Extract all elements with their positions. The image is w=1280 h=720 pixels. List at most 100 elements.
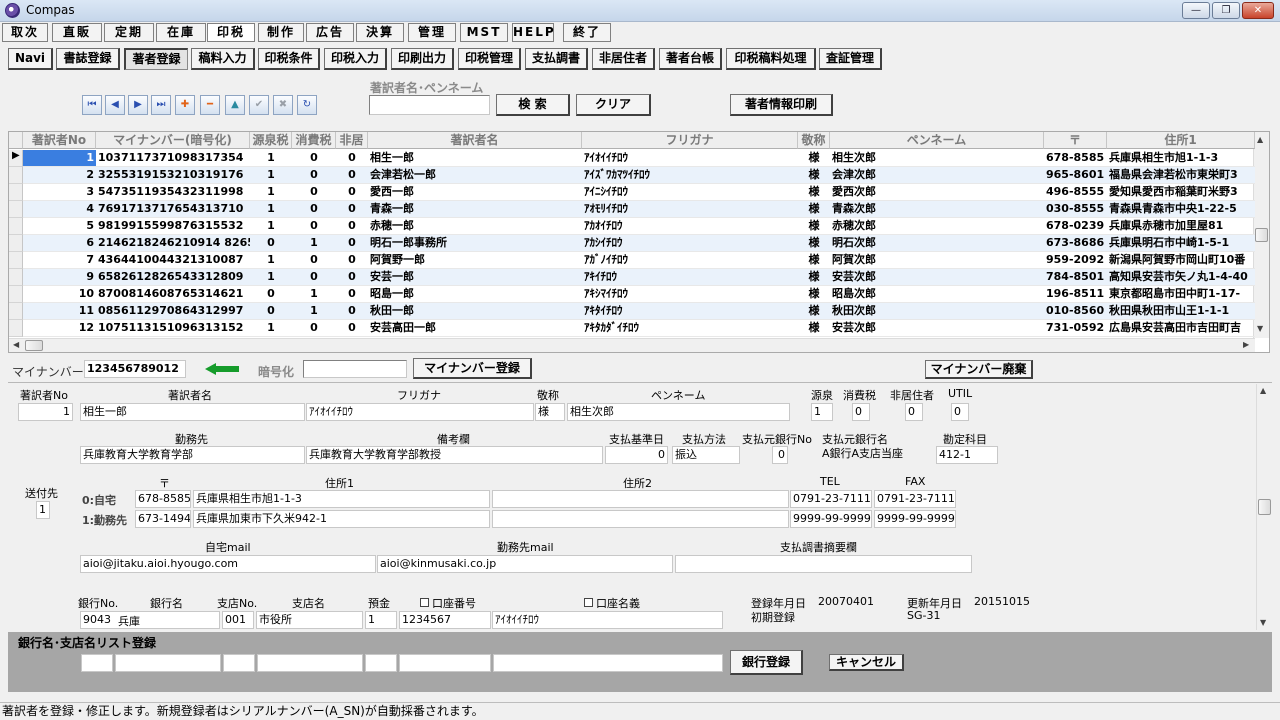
tab-12[interactable]: 査証管理 [819, 48, 882, 70]
table-cell[interactable]: 959-2092 [1044, 252, 1107, 269]
table-cell[interactable]: 8700814608765314621 [96, 286, 250, 303]
scroll-left-icon[interactable]: ◀ [13, 340, 19, 349]
table-cell[interactable]: 1 [250, 218, 292, 235]
table-cell[interactable]: 安芸次郎 [830, 269, 1044, 286]
menu-item-2[interactable]: 定期 [104, 23, 154, 42]
print-author-info-button[interactable]: 著者情報印刷 [730, 94, 833, 116]
table-cell[interactable]: 030-8555 [1044, 201, 1107, 218]
table-cell[interactable]: ｱｲﾆｼｲﾁﾛｳ [582, 184, 798, 201]
table-cell[interactable]: 青森県青森市中央1-22-5 [1107, 201, 1255, 218]
column-header[interactable]: 〒 [1044, 132, 1107, 149]
last-record-icon[interactable]: ⏭ [151, 95, 171, 115]
tab-2[interactable]: 著者登録 [124, 48, 188, 70]
column-header[interactable]: マイナンバー(暗号化) [96, 132, 250, 149]
table-cell[interactable]: 青森一郎 [368, 201, 582, 218]
table-cell[interactable]: 高知県安芸市矢ノ丸1-4-40 [1107, 269, 1255, 286]
menu-item-11[interactable]: 終了 [563, 23, 611, 42]
table-cell[interactable]: 0 [336, 320, 368, 337]
bank-list-accname-input[interactable] [493, 654, 723, 672]
table-cell[interactable]: 0 [292, 150, 336, 167]
bank-list-bankno-input[interactable] [81, 654, 113, 672]
sendto-field[interactable]: 1 [36, 501, 50, 519]
table-cell[interactable]: 様 [798, 303, 830, 320]
bank-list-deposit-input[interactable] [365, 654, 397, 672]
table-cell[interactable]: 7 [23, 252, 96, 269]
table-cell[interactable]: 愛西次郎 [830, 184, 1044, 201]
scroll-down-icon[interactable]: ▼ [1260, 618, 1266, 627]
table-cell[interactable]: ｱｷｼﾏｲﾁﾛｳ [582, 286, 798, 303]
table-cell[interactable]: 相生一郎 [368, 150, 582, 167]
table-cell[interactable]: 731-0592 [1044, 320, 1107, 337]
search-button[interactable]: 検 索 [496, 94, 570, 116]
table-row[interactable]: ▶ 1 1037117371098317354 1 0 0 相生一郎 ｱｲｵｲｲﾁﾛｳ様相生次… [9, 150, 1269, 167]
table-cell[interactable]: 196-8511 [1044, 286, 1107, 303]
table-cell[interactable]: 5473511935432311998 [96, 184, 250, 201]
menu-item-7[interactable]: 決算 [356, 23, 404, 42]
column-header[interactable]: 源泉税 [250, 132, 292, 149]
mynumber-discard-button[interactable]: マイナンバー廃棄 [925, 360, 1033, 379]
table-cell[interactable]: 3 [23, 184, 96, 201]
delete-record-icon[interactable]: ━ [200, 95, 220, 115]
home-mail-field[interactable]: aioi@jitaku.aioi.hyougo.com [80, 555, 376, 573]
table-cell[interactable]: 0856112970864312997 [96, 303, 250, 320]
restore-button[interactable]: ❐ [1212, 2, 1240, 19]
table-cell[interactable]: 1 [250, 184, 292, 201]
row-selector[interactable] [9, 218, 23, 235]
table-row[interactable]: 10 8700814608765314621 0 1 0 昭島一郎 ｱｷｼﾏｲﾁﾛｳ様昭島次… [9, 286, 1269, 303]
table-row[interactable]: 11 0856112970864312997 0 1 0 秋田一郎 ｱｷﾀｲﾁﾛｳ様秋田次郎… [9, 303, 1269, 320]
table-cell[interactable]: 安芸次郎 [830, 320, 1044, 337]
table-row[interactable]: 4 7691713717654313710 1 0 0 青森一郎 ｱｵﾓﾘｲﾁﾛｳ様青森次郎… [9, 201, 1269, 218]
table-cell[interactable]: 0 [292, 184, 336, 201]
table-cell[interactable]: 明石一郎事務所 [368, 235, 582, 252]
table-cell[interactable]: 1 [292, 303, 336, 320]
home-fax-field[interactable]: 0791-23-7111 [874, 490, 956, 508]
author-no-field[interactable]: 1 [18, 403, 73, 421]
table-cell[interactable]: 0 [292, 201, 336, 218]
column-header[interactable]: ペンネーム [830, 132, 1044, 149]
table-row[interactable]: 12 1075113151096313152 1 0 0 安芸高田一郎 ｱｷﾀｶﾀﾞｲﾁﾛｳ… [9, 320, 1269, 337]
table-cell[interactable]: 0 [292, 252, 336, 269]
tab-7[interactable]: 印税管理 [458, 48, 521, 70]
table-cell[interactable]: 4364410044321310087 [96, 252, 250, 269]
clear-button[interactable]: クリア [576, 94, 651, 116]
branchno-field[interactable]: 001 [222, 611, 254, 629]
table-cell[interactable]: 9819915599876315532 [96, 218, 250, 235]
util-field[interactable]: 0 [951, 403, 969, 421]
table-cell[interactable]: 0 [336, 218, 368, 235]
account-field[interactable]: 412-1 [936, 446, 998, 464]
menu-item-10[interactable]: HELP [512, 23, 554, 42]
table-cell[interactable]: 0 [336, 269, 368, 286]
table-cell[interactable]: 相生次郎 [830, 150, 1044, 167]
bank-list-branchname-input[interactable] [257, 654, 363, 672]
menu-item-5[interactable]: 制作 [258, 23, 304, 42]
table-cell[interactable]: 0 [250, 286, 292, 303]
table-cell[interactable]: 1 [250, 269, 292, 286]
column-header[interactable]: 著訳者名 [368, 132, 582, 149]
table-cell[interactable]: 兵庫県明石市中崎1-5-1 [1107, 235, 1255, 252]
table-cell[interactable]: 兵庫県相生市旭1-1-3 [1107, 150, 1255, 167]
table-cell[interactable]: 673-8686 [1044, 235, 1107, 252]
gensen-field[interactable]: 1 [811, 403, 833, 421]
table-cell[interactable]: ｱｲｵｲｲﾁﾛｳ [582, 150, 798, 167]
table-cell[interactable]: ｱｷﾀｲﾁﾛｳ [582, 303, 798, 320]
work-addr2-field[interactable] [492, 510, 789, 528]
cancel-edit-icon[interactable]: ✖ [273, 95, 293, 115]
row-selector[interactable] [9, 184, 23, 201]
row-selector[interactable] [9, 201, 23, 218]
table-cell[interactable]: 昭島次郎 [830, 286, 1044, 303]
table-row[interactable]: 5 9819915599876315532 1 0 0 赤穂一郎 ｱｶｵｲﾁﾛｳ様赤穂次郎 6… [9, 218, 1269, 235]
table-cell[interactable]: 10 [23, 286, 96, 303]
table-cell[interactable]: 広島県安芸高田市吉田町吉 [1107, 320, 1255, 337]
row-selector[interactable] [9, 167, 23, 184]
work-mail-field[interactable]: aioi@kinmusaki.co.jp [377, 555, 673, 573]
author-grid[interactable]: ▲ ▼ ◀ ▶ 著訳者No マイナンバー(暗号化) 源泉税 消費税 非居 著訳者名 フリガナ… [8, 131, 1270, 353]
minimize-button[interactable]: — [1182, 2, 1210, 19]
table-cell[interactable]: 赤穂次郎 [830, 218, 1044, 235]
menu-item-4[interactable]: 印税 [207, 23, 255, 42]
tab-4[interactable]: 印税条件 [258, 48, 320, 70]
mynumber-input[interactable]: 123456789012 [84, 360, 186, 378]
home-tel-field[interactable]: 0791-23-7111 [790, 490, 872, 508]
table-cell[interactable]: 東京都昭島市田中町1-17- [1107, 286, 1255, 303]
deposit-field[interactable]: 1 [365, 611, 397, 629]
tab-8[interactable]: 支払調書 [525, 48, 588, 70]
